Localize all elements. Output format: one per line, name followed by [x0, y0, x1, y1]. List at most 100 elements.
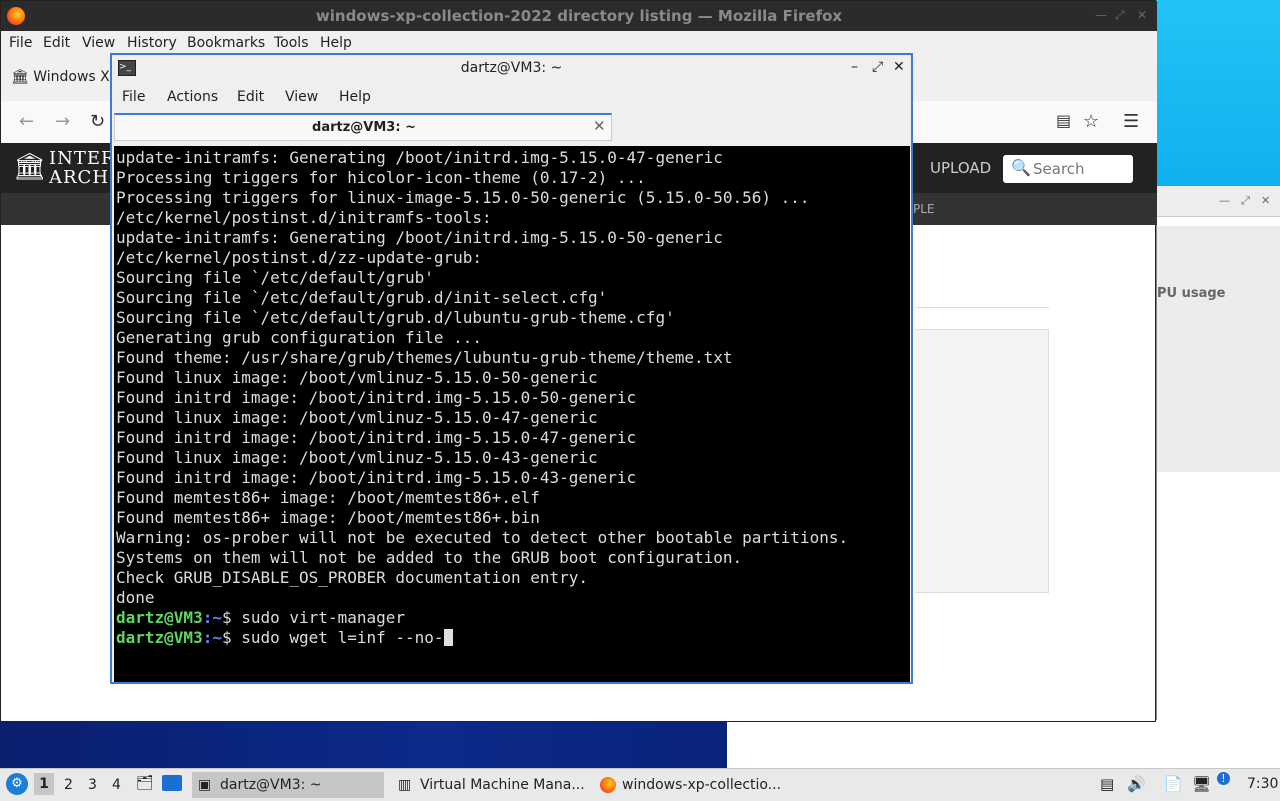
- app-menu-icon[interactable]: ☰: [1123, 111, 1139, 132]
- content-divider: [915, 307, 1049, 308]
- terminal-line: Systems on them will not be added to the…: [116, 548, 743, 567]
- menu-edit[interactable]: Edit: [237, 89, 264, 105]
- window-title: dartz@VM3: ~: [460, 60, 563, 76]
- prompt-user: dartz@VM3: [116, 608, 203, 627]
- terminal-line: Found linux image: /boot/vmlinuz-5.15.0-…: [116, 368, 598, 387]
- menu-view[interactable]: View: [285, 89, 318, 105]
- menu-edit[interactable]: Edit: [43, 35, 70, 51]
- prompt-symbol: $: [221, 628, 232, 647]
- terminal-icon: ▣: [198, 777, 212, 793]
- menu-help[interactable]: Help: [339, 89, 371, 105]
- close-tab-icon[interactable]: ✕: [593, 117, 606, 135]
- search-input[interactable]: Search: [1033, 160, 1085, 178]
- virt-manager-window[interactable]: — ⤢ ✕ PU usage: [1156, 186, 1280, 720]
- archive-icon: 🏛: [11, 69, 29, 85]
- virt-manager-icon: ▥: [398, 777, 412, 793]
- workspace-1[interactable]: 1: [34, 773, 54, 795]
- terminal-line: /etc/kernel/postinst.d/initramfs-tools:: [116, 208, 492, 227]
- column-header-cpu[interactable]: PU usage: [1157, 286, 1226, 301]
- text-cursor: [443, 629, 453, 646]
- terminal-titlebar[interactable]: >_ dartz@VM3: ~ – ⤢ ✕: [112, 55, 911, 83]
- tab-label: Windows XP: [33, 69, 119, 85]
- file-manager-icon[interactable]: 🗂: [136, 775, 154, 791]
- forward-icon[interactable]: →: [55, 111, 70, 132]
- terminal-line: Found linux image: /boot/vmlinuz-5.15.0-…: [116, 448, 598, 467]
- terminal-tab[interactable]: dartz@VM3: ~ ✕: [114, 113, 612, 141]
- terminal-text: update-initramfs: Generating /boot/initr…: [116, 148, 848, 648]
- site-search-box[interactable]: 🔍 Search: [1003, 155, 1133, 183]
- minimize-icon[interactable]: —: [1095, 8, 1107, 22]
- back-icon[interactable]: ←: [19, 111, 34, 132]
- terminal-line: Check GRUB_DISABLE_OS_PROBER documentati…: [116, 568, 589, 587]
- window-title: windows-xp-collection-2022 directory lis…: [315, 7, 843, 25]
- archive-logo-icon[interactable]: 🏛: [13, 152, 46, 184]
- workspace-4[interactable]: 4: [112, 777, 121, 793]
- terminal-line: Sourcing file `/etc/default/grub': [116, 268, 434, 287]
- prompt-user: dartz@VM3: [116, 628, 203, 647]
- tab-label: dartz@VM3: ~: [312, 120, 416, 135]
- task-firefox[interactable]: windows-xp-collectio...: [594, 772, 794, 798]
- terminal-line: Found initrd image: /boot/initrd.img-5.1…: [116, 468, 637, 487]
- reader-view-icon[interactable]: ▤: [1056, 111, 1071, 130]
- workspace-2[interactable]: 2: [64, 777, 73, 793]
- terminal-line: Found linux image: /boot/vmlinuz-5.15.0-…: [116, 408, 598, 427]
- menu-bookmarks[interactable]: Bookmarks: [187, 35, 265, 51]
- terminal-line: Warning: os-prober will not be executed …: [116, 528, 849, 547]
- virt-manager-titlebar[interactable]: — ⤢ ✕: [1157, 186, 1280, 217]
- start-menu-icon[interactable]: ⚙: [6, 773, 28, 795]
- workspace-3[interactable]: 3: [88, 777, 97, 793]
- menu-file[interactable]: File: [122, 89, 145, 105]
- menu-help[interactable]: Help: [320, 35, 352, 51]
- reload-icon[interactable]: ↻: [90, 111, 105, 132]
- task-virt-manager[interactable]: ▥ Virtual Machine Mana...: [392, 772, 588, 798]
- terminal-line: Found theme: /usr/share/grub/themes/lubu…: [116, 348, 733, 367]
- terminal-line: /etc/kernel/postinst.d/zz-update-grub:: [116, 248, 483, 267]
- terminal-prompt-line: dartz@VM3:~$ sudo virt-manager: [116, 608, 848, 628]
- clock[interactable]: 7:30: [1247, 776, 1278, 792]
- menu-history[interactable]: History: [127, 35, 177, 51]
- browser-tab[interactable]: 🏛 Windows XP: [11, 69, 118, 85]
- prompt-symbol: $: [221, 608, 232, 627]
- terminal-menubar: File Actions Edit View Help: [112, 83, 911, 111]
- menu-view[interactable]: View: [82, 35, 115, 51]
- terminal-line: update-initramfs: Generating /boot/initr…: [116, 228, 723, 247]
- minimize-icon[interactable]: –: [851, 59, 858, 75]
- desktop-area: [727, 720, 1280, 768]
- terminal-output[interactable]: update-initramfs: Generating /boot/initr…: [114, 146, 910, 682]
- minimize-icon[interactable]: —: [1219, 194, 1230, 207]
- desktop-wallpaper-strip: [1156, 0, 1280, 186]
- network-icon[interactable]: 🖥: [1192, 775, 1211, 793]
- maximize-icon[interactable]: ⤢: [1115, 8, 1125, 23]
- upload-link[interactable]: UPLOAD: [930, 159, 991, 177]
- terminal-line: Found memtest86+ image: /boot/memtest86+…: [116, 508, 540, 527]
- search-icon: 🔍: [1011, 158, 1031, 177]
- terminal-line: update-initramfs: Generating /boot/initr…: [116, 148, 723, 167]
- clipboard-icon[interactable]: ▤: [1100, 775, 1114, 793]
- command-text: sudo wget l=inf --no-: [231, 628, 444, 647]
- close-icon[interactable]: ✕: [893, 59, 905, 75]
- terminal-line: Found memtest86+ image: /boot/memtest86+…: [116, 488, 540, 507]
- terminal-line: Found initrd image: /boot/initrd.img-5.1…: [116, 428, 637, 447]
- prompt-path: :~: [202, 608, 222, 627]
- volume-icon[interactable]: 🔊: [1127, 775, 1146, 793]
- terminal-line: Found initrd image: /boot/initrd.img-5.1…: [116, 388, 637, 407]
- notes-icon[interactable]: 📄: [1164, 775, 1183, 793]
- subnav-item[interactable]: PLE: [913, 202, 935, 216]
- menu-file[interactable]: File: [9, 35, 32, 51]
- show-desktop-icon[interactable]: [162, 775, 182, 791]
- maximize-icon[interactable]: ⤢: [872, 59, 883, 75]
- firefox-titlebar[interactable]: windows-xp-collection-2022 directory lis…: [1, 1, 1157, 31]
- close-icon[interactable]: ✕: [1261, 194, 1270, 207]
- terminal-line: Sourcing file `/etc/default/grub.d/init-…: [116, 288, 608, 307]
- notification-icon[interactable]: !: [1217, 772, 1230, 785]
- terminal-window[interactable]: >_ dartz@VM3: ~ – ⤢ ✕ File Actions Edit …: [110, 53, 913, 684]
- menu-tools[interactable]: Tools: [274, 35, 309, 51]
- command-text: sudo virt-manager: [231, 608, 405, 627]
- bookmark-star-icon[interactable]: ☆: [1083, 111, 1099, 132]
- maximize-icon[interactable]: ⤢: [1241, 194, 1250, 208]
- task-terminal[interactable]: ▣ dartz@VM3: ~: [192, 772, 384, 798]
- content-panel: [915, 329, 1049, 593]
- menu-actions[interactable]: Actions: [167, 89, 218, 105]
- terminal-line: Sourcing file `/etc/default/grub.d/lubun…: [116, 308, 675, 327]
- close-icon[interactable]: ✕: [1137, 8, 1147, 22]
